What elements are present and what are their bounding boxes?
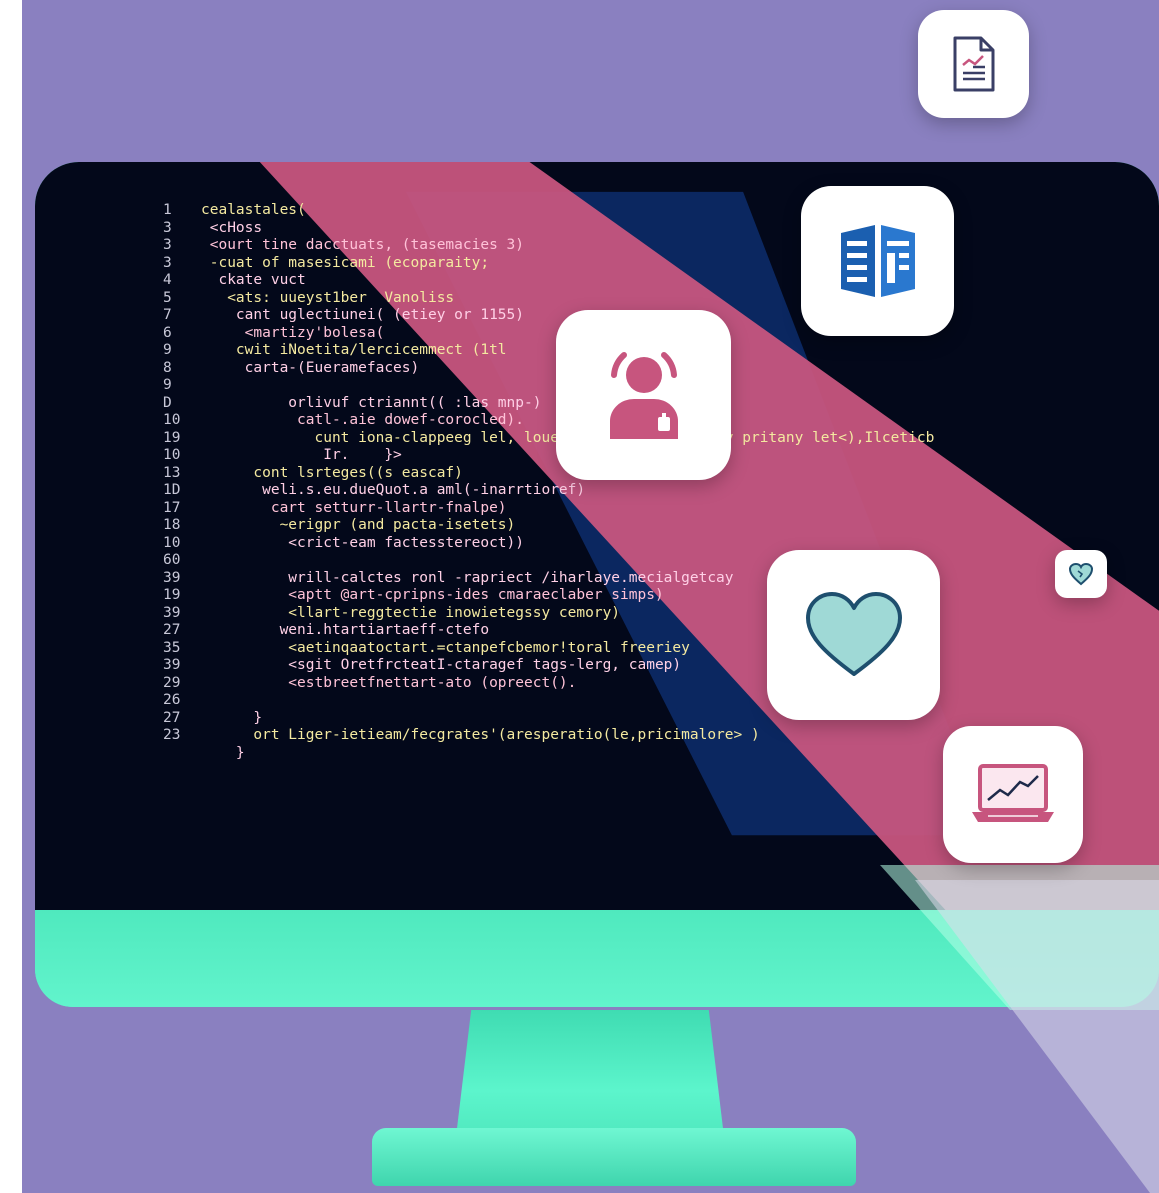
laptop-tile — [943, 726, 1083, 863]
line-number: 27 — [163, 622, 181, 638]
line-number: 18 — [163, 517, 181, 533]
code-line: 19 cunt iona-clappeeg lel, louer wary pr… — [163, 430, 934, 448]
code-text: cart setturr-llartr-fnalpe) — [201, 499, 507, 516]
code-text: cant uglectiunei( (etiey or 1155) — [201, 307, 525, 323]
monitor: 1 cealastales( 3 <cHoss 3 <ourt tine dacctu… — [35, 162, 1159, 1007]
line-number: 7 — [163, 307, 172, 323]
code-text: <cHoss — [201, 219, 263, 236]
line-number: 9 — [163, 342, 172, 358]
line-number: 1D — [163, 482, 181, 498]
code-text: <llart-reggtectie inowietegssy cemory) — [201, 604, 621, 621]
heart-badge-icon — [1068, 562, 1094, 586]
code-text: carta-(Eueramefaces) — [201, 359, 420, 376]
monitor-chin — [35, 910, 1159, 1007]
line-number: D — [163, 394, 172, 411]
document-tile — [918, 10, 1029, 118]
code-text: <sgit OretfrcteatI-ctaragef tags-lerg, c… — [201, 657, 682, 673]
code-line: 1D weli.s.eu.dueQuot.a aml(-inarrtioref) — [163, 482, 934, 500]
code-text: <ourt tine dacctuats, (tasemacies 3) — [201, 237, 525, 253]
code-text: cwit iNoetita/lercicemmect (1tl — [201, 342, 507, 358]
code-line: 10 Ir. }> — [163, 447, 934, 465]
code-line: 8 carta-(Eueramefaces) — [163, 360, 934, 378]
line-number: 4 — [163, 272, 172, 288]
heart-icon — [804, 590, 904, 680]
line-number: 17 — [163, 499, 181, 516]
left-edge-strip — [0, 0, 22, 1193]
code-text: <estbreetfnettart-ato (opreect(). — [201, 674, 577, 691]
code-line: } — [163, 745, 934, 763]
line-number: 9 — [163, 377, 172, 393]
code-line: 18 ~erigpr (and pacta-isetets) — [163, 517, 934, 535]
code-text: ckate vuct — [201, 272, 306, 288]
monitor-stand-base — [372, 1128, 856, 1186]
code-text: -cuat of masesicami (ecoparaity; — [201, 254, 490, 271]
user-profile-icon — [596, 347, 692, 443]
code-line: 23 ort Liger-ietieam/fecgrates'(arespera… — [163, 727, 934, 745]
line-number: 23 — [163, 727, 181, 743]
code-text: ort Liger-ietieam/fecgrates'(aresperatio… — [201, 727, 760, 743]
code-text: Ir. }> — [201, 447, 402, 463]
line-number: 39 — [163, 604, 181, 621]
code-text: <crict-eam factesstereoct)) — [201, 534, 525, 551]
code-line: 17 cart setturr-llartr-fnalpe) — [163, 500, 934, 518]
line-number: 60 — [163, 552, 181, 568]
line-number: 19 — [163, 587, 181, 603]
line-number: 39 — [163, 569, 181, 586]
code-line: 13 cont lsrteges((s eascaf) — [163, 465, 934, 483]
code-text: weli.s.eu.dueQuot.a aml(-inarrtioref) — [201, 482, 586, 498]
code-text: cealastales( — [201, 202, 306, 218]
heart-tile — [767, 550, 940, 720]
line-number — [163, 745, 201, 763]
code-text: wrill-calctes ronl -rapriect /iharlaye.m… — [201, 569, 734, 586]
line-number: 10 — [163, 447, 181, 463]
code-text: <ats: uueyst1ber Vanoliss — [201, 289, 455, 306]
document-chart-icon — [949, 35, 999, 93]
code-line: 10 catl-.aie dowef-corocled). — [163, 412, 934, 430]
line-number: 39 — [163, 657, 181, 673]
heart-badge-tile — [1055, 550, 1107, 598]
code-line: 9 cwit iNoetita/lercicemmect (1tl — [163, 342, 934, 360]
code-line: 9 — [163, 377, 934, 395]
line-number: 13 — [163, 464, 181, 481]
code-text: cont lsrteges((s eascaf) — [201, 464, 463, 481]
line-number: 29 — [163, 674, 181, 691]
line-number: 3 — [163, 219, 172, 236]
code-text: weni.htartiartaeff-ctefo — [201, 622, 490, 638]
code-line: D orlivuf ctriannt(( :las mnp-) — [163, 395, 934, 413]
monitor-stand-neck — [455, 1010, 725, 1145]
line-number: 8 — [163, 359, 172, 376]
laptop-chart-icon — [970, 762, 1056, 828]
code-text: ~erigpr (and pacta-isetets) — [201, 517, 516, 533]
code-text: } — [201, 709, 263, 726]
line-number: 3 — [163, 254, 172, 271]
code-text: <aptt @art-cpripns-ides cmaraeclaber sim… — [201, 587, 664, 603]
code-text: catl-.aie dowef-corocled). — [201, 412, 525, 428]
line-number: 19 — [163, 429, 181, 446]
book-tile — [801, 186, 954, 336]
line-number: 27 — [163, 709, 181, 726]
line-number: 35 — [163, 639, 181, 656]
line-number: 3 — [163, 237, 172, 253]
code-text: } — [201, 744, 245, 761]
user-tile — [556, 310, 731, 480]
code-text: <aetinqaatoctart.=ctanpefcbemor!toral fr… — [201, 639, 690, 656]
code-text: <martizy'bolesa( — [201, 324, 385, 341]
line-number: 5 — [163, 289, 172, 306]
blue-document-icon — [837, 223, 919, 299]
line-number: 26 — [163, 692, 181, 708]
line-number: 1 — [163, 202, 172, 218]
line-number: 10 — [163, 534, 181, 551]
code-text: orlivuf ctriannt(( :las mnp-) — [201, 394, 542, 411]
line-number: 10 — [163, 412, 181, 428]
line-number: 6 — [163, 324, 172, 341]
